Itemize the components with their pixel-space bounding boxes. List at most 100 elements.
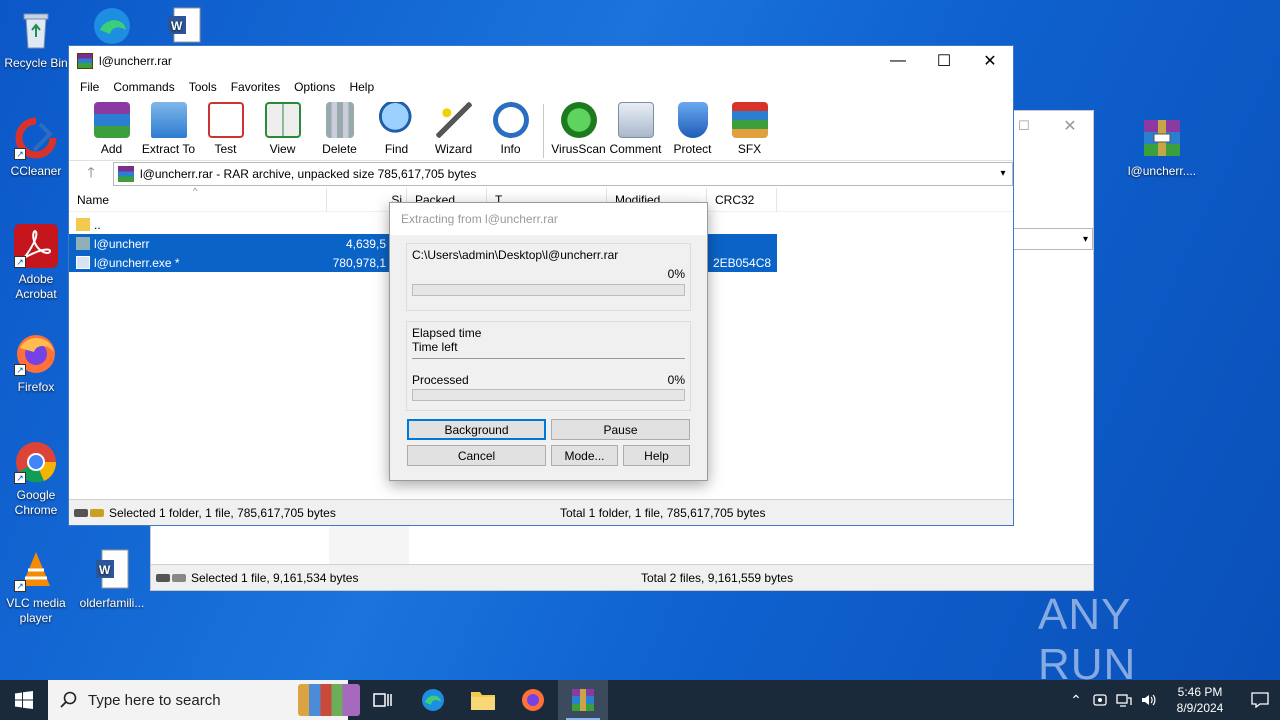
toolbar-label: Extract To: [141, 142, 196, 156]
find-magnifier-icon: [378, 102, 415, 138]
close-icon[interactable]: ✕: [967, 46, 1013, 76]
pause-button[interactable]: Pause: [551, 419, 690, 440]
taskbar-clock[interactable]: 5:46 PM 8/9/2024: [1160, 684, 1240, 716]
processed-row: Processed 0%: [412, 373, 685, 389]
address-path-field[interactable]: l@uncherr.rar - RAR archive, unpacked si…: [113, 161, 1013, 186]
taskbar-winrar[interactable]: [558, 680, 608, 720]
desktop-icon-google-chrome[interactable]: ↗ Google Chrome: [0, 440, 72, 518]
sort-arrow-icon: ^: [193, 185, 198, 196]
taskbar: Type here to search ⌃ 5:46 PM 8/9/2024: [0, 680, 1280, 720]
toolbar-protect-button[interactable]: Protect: [664, 102, 721, 156]
windows-logo-icon: [15, 691, 33, 709]
column-crc32[interactable]: CRC32: [707, 187, 777, 212]
file-percent: 0%: [667, 267, 685, 281]
toolbar-test-button[interactable]: Test: [197, 102, 254, 156]
desktop-icon-label: CCleaner: [10, 164, 62, 178]
cancel-button[interactable]: Cancel: [407, 445, 546, 466]
time-left-label: Time left: [412, 340, 458, 354]
file-size: 4,639,5: [345, 236, 386, 251]
desktop-icon-firefox[interactable]: ↗ Firefox: [0, 332, 72, 395]
taskbar-file-explorer[interactable]: [458, 680, 508, 720]
toolbar-add-button[interactable]: Add: [83, 102, 140, 156]
close-icon[interactable]: ✕: [1047, 111, 1093, 141]
folder-icon: [76, 237, 90, 250]
menu-tools[interactable]: Tools: [182, 80, 224, 94]
background-address-dropdown[interactable]: ▾: [1013, 228, 1093, 250]
start-button[interactable]: [0, 680, 48, 720]
desktop-icon-olderfamili[interactable]: W olderfamili...: [76, 548, 148, 611]
drive-icon: [69, 508, 109, 517]
up-arrow-icon[interactable]: 🡑: [69, 162, 113, 186]
toolbar-wizard-button[interactable]: Wizard: [425, 102, 482, 156]
notification-center-button[interactable]: [1240, 680, 1280, 720]
taskbar-firefox[interactable]: [508, 680, 558, 720]
toolbar: Add Extract To Test View Delete Find Wiz…: [69, 98, 1013, 160]
extraction-dialog[interactable]: Extracting from l@uncherr.rar C:\Users\a…: [389, 202, 708, 481]
background-button[interactable]: Background: [407, 419, 546, 440]
winrar-archive-icon: [1140, 116, 1184, 160]
firefox-icon: [522, 689, 544, 711]
wizard-wand-icon: [435, 102, 472, 138]
toolbar-extract-to-button[interactable]: Extract To: [140, 102, 197, 156]
title-bar[interactable]: l@uncherr.rar — ☐ ✕: [69, 46, 1013, 76]
toolbar-view-button[interactable]: View: [254, 102, 311, 156]
taskbar-search-box[interactable]: Type here to search: [48, 680, 360, 720]
menu-favorites[interactable]: Favorites: [224, 80, 287, 94]
desktop-icon-ccleaner[interactable]: ↗ CCleaner: [0, 116, 72, 179]
test-checklist-icon: [207, 102, 244, 138]
toolbar-find-button[interactable]: Find: [368, 102, 425, 156]
shortcut-arrow-icon: ↗: [14, 256, 26, 268]
archive-path: C:\Users\admin\Desktop\l@uncherr.rar: [412, 248, 619, 262]
desktop-icon-label: Recycle Bin: [4, 56, 68, 70]
menu-options[interactable]: Options: [287, 80, 342, 94]
column-name[interactable]: Name ^: [69, 185, 327, 212]
mode-button[interactable]: Mode...: [551, 445, 618, 466]
menu-file[interactable]: File: [73, 80, 106, 94]
file-name: l@uncherr: [94, 236, 150, 251]
desktop-icon-vlc[interactable]: ↗ VLC media player: [0, 548, 72, 626]
desktop-icon-label: Firefox: [17, 380, 55, 394]
chevron-down-icon[interactable]: ▾: [994, 168, 1012, 179]
background-status-right: Total 2 files, 9,161,559 bytes: [641, 570, 794, 585]
toolbar-label: Test: [214, 142, 237, 156]
help-button[interactable]: Help: [623, 445, 690, 466]
main-status-right: Total 1 folder, 1 file, 785,617,705 byte…: [560, 505, 766, 520]
chevron-down-icon: ▾: [1082, 233, 1088, 245]
dialog-title: Extracting from l@uncherr.rar: [390, 203, 707, 235]
task-view-icon: [373, 693, 392, 707]
group-divider: [412, 358, 685, 359]
menu-help[interactable]: Help: [342, 80, 381, 94]
desktop-icon-label: VLC media player: [6, 596, 66, 625]
tray-meet-now-icon[interactable]: [1088, 680, 1112, 720]
search-icon: [60, 691, 77, 708]
toolbar-virusscan-button[interactable]: VirusScan: [550, 102, 607, 156]
desktop-icon-adobe-acrobat[interactable]: ↗ Adobe Acrobat: [0, 224, 72, 302]
menu-commands[interactable]: Commands: [106, 80, 181, 94]
desktop-icon-recycle-bin[interactable]: Recycle Bin: [0, 8, 72, 71]
toolbar-info-button[interactable]: Info: [482, 102, 539, 156]
tray-network-icon[interactable]: [1112, 680, 1136, 720]
word-document-icon: W: [90, 548, 134, 592]
background-window-controls: ☐ ✕: [1001, 111, 1093, 141]
comment-icon: [617, 102, 654, 138]
clock-date: 8/9/2024: [1176, 701, 1224, 715]
toolbar-sfx-button[interactable]: SFX: [721, 102, 778, 156]
minimize-icon[interactable]: —: [875, 46, 921, 76]
taskbar-edge[interactable]: [408, 680, 458, 720]
folder-icon: [76, 218, 90, 231]
tray-overflow-chevron-icon[interactable]: ⌃: [1064, 680, 1088, 720]
chrome-icon: ↗: [14, 440, 58, 484]
task-view-button[interactable]: [358, 680, 408, 720]
svg-text:W: W: [99, 563, 111, 577]
toolbar-comment-button[interactable]: Comment: [607, 102, 664, 156]
folder-icon: [471, 692, 495, 710]
notification-icon: [1251, 692, 1269, 708]
desktop-icon-rar-archive[interactable]: l@uncherr....: [1126, 116, 1198, 179]
toolbar-delete-button[interactable]: Delete: [311, 102, 368, 156]
rar-archive-icon: [118, 165, 134, 182]
maximize-icon[interactable]: ☐: [921, 46, 967, 76]
toolbar-label: Comment: [609, 142, 662, 156]
background-status-left: Selected 1 file, 9,161,534 bytes: [191, 570, 359, 585]
tray-volume-icon[interactable]: [1136, 680, 1160, 720]
view-book-icon: [264, 102, 301, 138]
